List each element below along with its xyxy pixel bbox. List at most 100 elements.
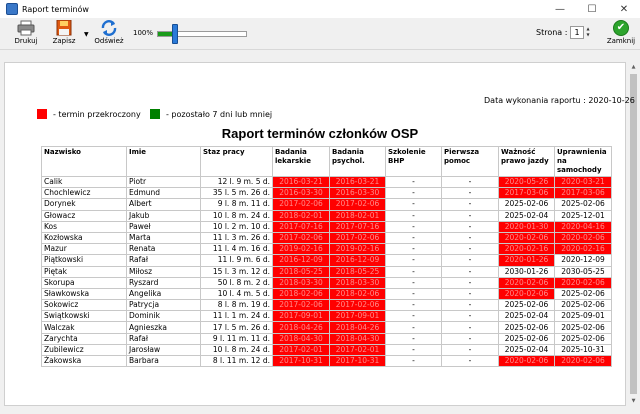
- table-cell: 2017-10-31: [329, 354, 386, 368]
- zoom-level: 100%: [133, 29, 154, 37]
- minimize-icon[interactable]: —: [544, 0, 576, 18]
- table-cell: Piątkowski: [41, 254, 127, 267]
- table-cell: Jarosław: [126, 343, 201, 357]
- page-number-input[interactable]: 1: [570, 26, 584, 39]
- zoom-slider-thumb[interactable]: [172, 24, 178, 44]
- table-cell: 9 l. 8 m. 11 d.: [200, 198, 273, 211]
- vertical-scrollbar[interactable]: ▲ ▼: [627, 62, 640, 406]
- table-cell: -: [441, 209, 499, 222]
- maximize-icon[interactable]: ☐: [576, 0, 608, 18]
- legend-expired: - termin przekroczony: [37, 109, 141, 119]
- table-cell: -: [385, 299, 442, 312]
- scroll-down-icon[interactable]: ▼: [627, 396, 640, 406]
- table-cell: 2018-05-25: [272, 265, 330, 278]
- table-cell: Rafał: [126, 254, 201, 267]
- scroll-up-icon[interactable]: ▲: [627, 62, 640, 72]
- table-row: Kozłowska Marta 11 l. 3 m. 26 d. 2017-02-06…: [41, 231, 612, 245]
- table-cell: Angelika: [126, 287, 201, 301]
- table-cell: 2017-02-01: [272, 343, 330, 357]
- table-cell: 2025-02-06: [554, 287, 612, 301]
- table-cell: 11 l. 1 m. 24 d.: [200, 310, 273, 323]
- column-header: Badania lekarskie: [272, 146, 330, 177]
- page-spinner-arrows[interactable]: ▲ ▼: [585, 26, 591, 39]
- table-cell: 2020-02-06: [498, 287, 555, 301]
- save-dropdown-icon[interactable]: ▼: [84, 31, 89, 38]
- table-cell: 2016-12-09: [272, 254, 330, 267]
- table-cell: -: [441, 354, 499, 368]
- table-cell: Głowacz: [41, 209, 127, 222]
- table-cell: 2016-03-30: [329, 187, 386, 200]
- legend-soon: - pozostało 7 dni lub mniej: [150, 109, 272, 119]
- refresh-button[interactable]: Odśwież: [92, 19, 126, 49]
- table-cell: Jakub: [126, 209, 201, 222]
- table-cell: -: [441, 299, 499, 312]
- table-cell: Renata: [126, 243, 201, 256]
- column-header: Imie: [126, 146, 201, 177]
- table-cell: -: [385, 175, 442, 189]
- table-cell: Walczak: [41, 321, 127, 334]
- table-cell: 2020-02-16: [498, 243, 555, 256]
- table-cell: Skorupa: [41, 276, 127, 289]
- table-cell: 2020-05-26: [498, 175, 555, 189]
- table-cell: -: [385, 321, 442, 334]
- close-report-button[interactable]: ✔ Zamknij: [604, 19, 638, 49]
- table-cell: 10 l. 2 m. 10 d.: [200, 220, 273, 233]
- table-cell: 9 l. 11 m. 11 d.: [200, 332, 273, 345]
- table-cell: -: [441, 321, 499, 334]
- table-cell: -: [441, 220, 499, 233]
- table-cell: -: [441, 343, 499, 357]
- save-button[interactable]: Zapisz: [47, 19, 81, 49]
- zoom-slider[interactable]: [157, 24, 247, 44]
- table-row: Kos Paweł 10 l. 2 m. 10 d. 2017-07-16 2017-0…: [41, 220, 612, 233]
- table-cell: Mazur: [41, 243, 127, 256]
- table-cell: -: [385, 231, 442, 245]
- table-cell: Miłosz: [126, 265, 201, 278]
- spin-down-icon[interactable]: ▼: [585, 32, 591, 38]
- table-cell: 11 l. 4 m. 16 d.: [200, 243, 273, 256]
- table-cell: -: [385, 209, 442, 222]
- table-cell: -: [385, 343, 442, 357]
- table-cell: 2025-02-04: [498, 209, 555, 222]
- table-cell: Dorynek: [41, 198, 127, 211]
- table-cell: 15 l. 3 m. 12 d.: [200, 265, 273, 278]
- table-cell: 2017-02-01: [329, 343, 386, 357]
- window-title: Raport terminów: [22, 4, 89, 14]
- table-cell: -: [385, 276, 442, 289]
- column-header: Staz pracy: [200, 146, 273, 177]
- print-button[interactable]: Drukuj: [9, 19, 43, 49]
- table-cell: 2020-02-06: [498, 231, 555, 245]
- scrollbar-thumb[interactable]: [630, 74, 637, 394]
- table-cell: -: [385, 287, 442, 301]
- table-cell: Marta: [126, 231, 201, 245]
- table-cell: 2019-02-16: [272, 243, 330, 256]
- table-cell: -: [441, 332, 499, 345]
- table-cell: -: [441, 310, 499, 323]
- table-cell: 10 l. 8 m. 24 d.: [200, 343, 273, 357]
- column-header: Szkolenie BHP: [385, 146, 442, 177]
- report-date: Data wykonania raportu : 2020-10-26: [484, 96, 635, 105]
- table-cell: 2017-07-16: [272, 220, 330, 233]
- window-controls: — ☐ ✕: [544, 0, 640, 18]
- table-cell: 2017-07-16: [329, 220, 386, 233]
- table-cell: 2017-09-01: [329, 310, 386, 323]
- table-cell: 2020-02-06: [554, 354, 612, 368]
- table-cell: -: [385, 310, 442, 323]
- close-window-icon[interactable]: ✕: [608, 0, 640, 18]
- table-cell: 8 l. 8 m. 19 d.: [200, 299, 273, 312]
- table-cell: 2019-02-16: [329, 243, 386, 256]
- table-cell: 2025-02-04: [498, 310, 555, 323]
- column-header: Badania psychol.: [329, 146, 386, 177]
- table-cell: 2020-12-09: [554, 254, 612, 267]
- table-cell: Sokowicz: [41, 299, 127, 312]
- table-cell: 2017-02-06: [272, 299, 330, 312]
- table-cell: 2025-12-01: [554, 209, 612, 222]
- table-cell: 2017-02-06: [329, 299, 386, 312]
- legend-expired-label: - termin przekroczony: [53, 109, 141, 119]
- table-cell: -: [385, 354, 442, 368]
- table-row: Zubilewicz Jarosław 10 l. 8 m. 24 d. 2017-0…: [41, 343, 612, 357]
- table-row: Swiątkowski Dominik 11 l. 1 m. 24 d. 2017-0…: [41, 310, 612, 323]
- table-cell: Sławkowska: [41, 287, 127, 301]
- table-cell: -: [441, 243, 499, 256]
- table-cell: 2017-09-01: [272, 310, 330, 323]
- table-cell: -: [385, 220, 442, 233]
